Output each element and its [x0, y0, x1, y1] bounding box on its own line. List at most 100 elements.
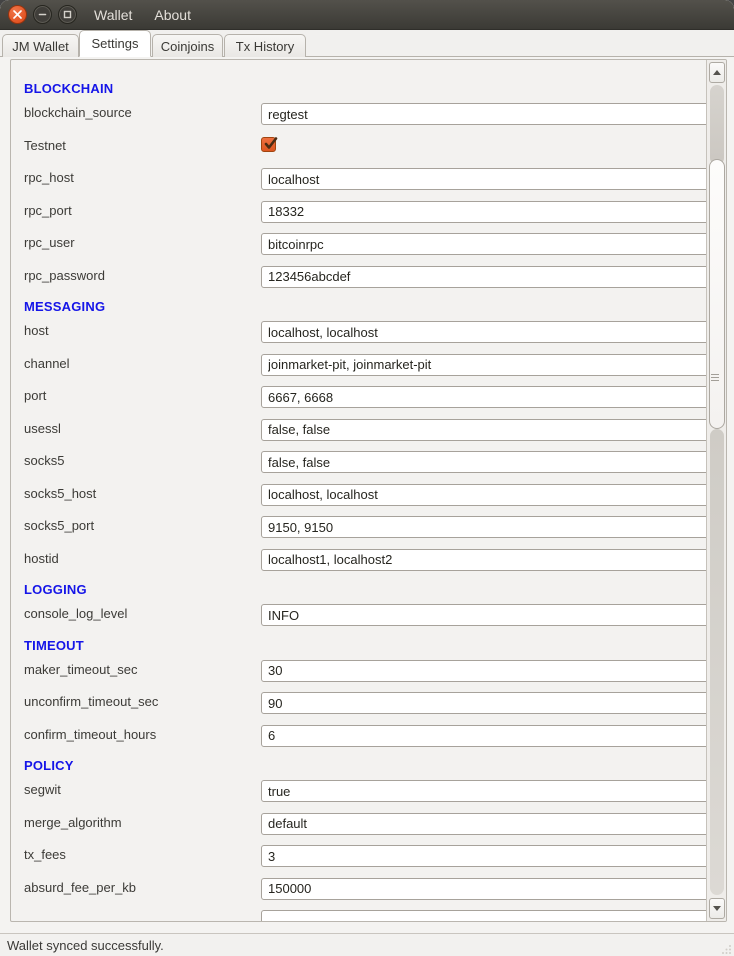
section-header: MESSAGING — [24, 298, 706, 321]
section-label: TIMEOUT — [24, 638, 84, 653]
resize-grip-icon[interactable] — [722, 944, 732, 954]
vertical-scrollbar[interactable] — [706, 60, 726, 921]
section-header: TIMEOUT — [24, 637, 706, 660]
absurd-fee-per-kb-input[interactable] — [261, 878, 709, 900]
status-bar: Wallet synced successfully. — [0, 933, 734, 956]
field-label: host — [24, 321, 49, 339]
scrollbar-track-upper[interactable] — [710, 85, 724, 165]
field-label: confirm_timeout_hours — [24, 725, 156, 743]
field-label: tx_fees — [24, 845, 66, 863]
form-row: socks5 — [24, 451, 706, 484]
form-row: confirm_timeout_hours — [24, 725, 706, 758]
settings-form: BLOCKCHAIN blockchain_source Testnet rpc_ho… — [11, 60, 706, 922]
blockchain-source-input[interactable] — [261, 103, 709, 125]
field-label: blockchain_source — [24, 103, 132, 121]
field-label: rpc_port — [24, 201, 72, 219]
scroll-up-icon[interactable] — [709, 62, 725, 83]
field-label: Testnet — [24, 136, 66, 154]
socks5-port-input[interactable] — [261, 516, 709, 538]
tab-coinjoins[interactable]: Coinjoins — [152, 34, 223, 57]
field-label: absurd_fee_per_kb — [24, 878, 136, 896]
section-header: POLICY — [24, 757, 706, 780]
menu-about[interactable]: About — [154, 7, 191, 23]
merge-algorithm-input[interactable] — [261, 813, 709, 835]
form-row: segwit — [24, 780, 706, 813]
tx-fees-input[interactable] — [261, 845, 709, 867]
console-log-level-input[interactable] — [261, 604, 709, 626]
form-row: port — [24, 386, 706, 419]
menu-wallet[interactable]: Wallet — [94, 7, 132, 23]
form-row — [24, 910, 706, 922]
segwit-input[interactable] — [261, 780, 709, 802]
clipped-input[interactable] — [261, 910, 709, 922]
scrollbar-track-lower[interactable] — [710, 429, 724, 895]
field-label: unconfirm_timeout_sec — [24, 692, 158, 710]
channel-input[interactable] — [261, 354, 709, 376]
form-row: socks5_port — [24, 516, 706, 549]
maximize-icon[interactable] — [58, 5, 77, 24]
form-row: rpc_user — [24, 233, 706, 266]
tab-tx-history[interactable]: Tx History — [224, 34, 306, 57]
form-row: tx_fees — [24, 845, 706, 878]
section-label: BLOCKCHAIN — [24, 81, 113, 96]
scroll-down-icon[interactable] — [709, 898, 725, 919]
field-label: socks5_host — [24, 484, 96, 502]
field-label: port — [24, 386, 46, 404]
field-label: merge_algorithm — [24, 813, 122, 831]
scrollbar-grip-icon — [711, 374, 719, 381]
tab-jm-wallet[interactable]: JM Wallet — [2, 34, 79, 57]
section-header: LOGGING — [24, 581, 706, 604]
scrollbar-thumb[interactable] — [709, 159, 725, 429]
maker-timeout-sec-input[interactable] — [261, 660, 709, 682]
field-label: rpc_password — [24, 266, 105, 284]
app-window: Wallet About JM Wallet Settings Coinjoin… — [0, 0, 734, 956]
field-label: socks5 — [24, 451, 64, 469]
form-row: rpc_port — [24, 201, 706, 234]
tab-settings[interactable]: Settings — [79, 30, 151, 57]
host-input[interactable] — [261, 321, 709, 343]
field-label: usessl — [24, 419, 61, 437]
field-label: socks5_port — [24, 516, 94, 534]
form-row: merge_algorithm — [24, 813, 706, 846]
field-label: console_log_level — [24, 604, 127, 622]
field-label: maker_timeout_sec — [24, 660, 137, 678]
form-row: rpc_password — [24, 266, 706, 299]
form-row: console_log_level — [24, 604, 706, 637]
field-label: rpc_host — [24, 168, 74, 186]
socks5-input[interactable] — [261, 451, 709, 473]
rpc-host-input[interactable] — [261, 168, 709, 190]
form-row: maker_timeout_sec — [24, 660, 706, 693]
form-row: unconfirm_timeout_sec — [24, 692, 706, 725]
close-icon[interactable] — [8, 5, 27, 24]
socks5-host-input[interactable] — [261, 484, 709, 506]
hostid-input[interactable] — [261, 549, 709, 571]
settings-scroll-frame: BLOCKCHAIN blockchain_source Testnet rpc_ho… — [10, 59, 727, 922]
form-row: Testnet — [24, 136, 706, 169]
port-input[interactable] — [261, 386, 709, 408]
settings-page: BLOCKCHAIN blockchain_source Testnet rpc_ho… — [0, 57, 734, 933]
rpc-user-input[interactable] — [261, 233, 709, 255]
titlebar: Wallet About — [0, 0, 734, 30]
form-row: blockchain_source — [24, 103, 706, 136]
rpc-port-input[interactable] — [261, 201, 709, 223]
form-row: usessl — [24, 419, 706, 452]
form-row: socks5_host — [24, 484, 706, 517]
confirm-timeout-hours-input[interactable] — [261, 725, 709, 747]
minimize-icon[interactable] — [33, 5, 52, 24]
unconfirm-timeout-sec-input[interactable] — [261, 692, 709, 714]
field-label: segwit — [24, 780, 61, 798]
usessl-input[interactable] — [261, 419, 709, 441]
section-label: LOGGING — [24, 582, 87, 597]
testnet-checkbox[interactable] — [261, 137, 276, 152]
section-label: MESSAGING — [24, 299, 105, 314]
form-row: absurd_fee_per_kb — [24, 878, 706, 911]
tab-bar: JM Wallet Settings Coinjoins Tx History — [0, 30, 734, 57]
section-header: BLOCKCHAIN — [24, 80, 706, 103]
field-label: channel — [24, 354, 70, 372]
rpc-password-input[interactable] — [261, 266, 709, 288]
section-label: POLICY — [24, 758, 74, 773]
status-message: Wallet synced successfully. — [7, 938, 164, 953]
form-row: channel — [24, 354, 706, 387]
check-icon — [262, 135, 279, 152]
field-label: hostid — [24, 549, 59, 567]
